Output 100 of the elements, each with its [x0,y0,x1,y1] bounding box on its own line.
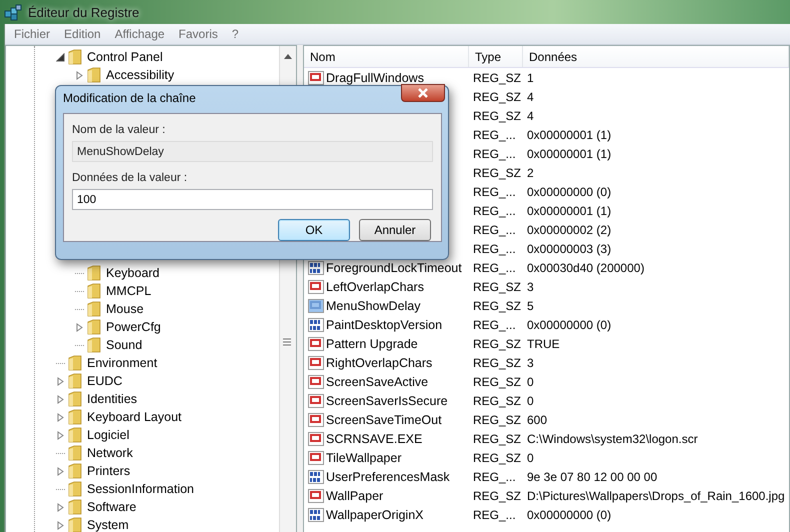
value-type: REG_... [472,222,517,236]
expand-arrow-icon[interactable] [56,412,65,422]
field-label: Nom de la valeur : [72,124,166,136]
value-type: REG_SZ [472,412,522,426]
value-type: REG_... [472,146,517,160]
value-data-field[interactable]: 100 [72,189,433,210]
tree-item[interactable]: Keyboard Layout [85,410,184,424]
tree-item[interactable]: Logiciel [85,428,132,442]
menu-item[interactable]: Affichage [110,27,170,41]
tree-item[interactable]: EUDC [85,374,124,388]
value-data: 9e 3e 07 80 12 00 00 00 [526,470,658,484]
folder-icon [68,355,82,371]
value-name[interactable]: WallpaperOriginX [326,508,424,522]
menu-item[interactable]: ? [226,27,244,41]
value-type: REG_SZ [472,166,522,180]
value-type: REG_SZ [472,280,522,294]
close-icon [417,88,429,98]
expand-arrow-icon[interactable] [75,70,84,80]
value-data: 0x00000001 (1) [526,204,612,218]
tree-item[interactable]: MMCPL [104,284,154,298]
tree-item[interactable]: System [85,518,131,532]
value-name[interactable]: ScreenSaveTimeOut [326,412,442,426]
tree-item[interactable]: Control Panel [85,50,165,64]
expand-arrow-icon[interactable] [56,502,65,512]
value-data: 0x00000000 (0) [526,184,612,198]
value-name[interactable]: TileWallpaper [326,450,402,464]
value-data: 0x00000001 (1) [526,128,612,142]
value-name[interactable]: MenuShowDelay [326,298,420,312]
value-name[interactable]: SCRNSAVE.EXE [326,432,422,446]
value-name[interactable]: ForegroundLockTimeout [326,260,462,274]
window-title: Éditeur du Registre [28,4,140,20]
expand-arrow-icon[interactable] [56,466,65,476]
value-data: TRUE [526,336,561,350]
tree-item[interactable]: Accessibility [104,68,176,82]
column-header[interactable]: Données [523,46,789,67]
value-type: REG_... [472,260,517,274]
expand-arrow-icon[interactable] [75,322,84,332]
expand-arrow-icon[interactable] [56,394,65,404]
value-type: REG_SZ [472,488,522,502]
value-name[interactable]: LeftOverlapChars [326,280,424,294]
value-name[interactable]: UserPreferencesMask [326,470,450,484]
value-data: 0x00000002 (2) [526,222,612,236]
dialog-title: Modification de la chaîne [63,91,196,105]
value-data: 0x00000001 (1) [526,146,612,160]
column-header[interactable]: Type [469,46,523,67]
value-data: 0x00000000 (0) [526,318,612,332]
scroll-up-icon[interactable] [284,53,292,59]
value-type: REG_... [472,128,517,142]
value-type: REG_... [472,184,517,198]
tree-item[interactable]: Mouse [104,302,146,316]
value-type: REG_SZ [472,432,522,446]
value-name[interactable]: ScreenSaveActive [326,374,428,388]
tree-item[interactable]: Printers [85,464,132,478]
value-data: 2 [526,166,535,180]
expand-arrow-icon[interactable] [56,430,65,440]
folder-icon [68,49,82,65]
value-type: REG_... [472,204,517,218]
value-name[interactable]: Pattern Upgrade [326,336,418,350]
value-data: 0x00000003 (3) [526,242,612,256]
value-data: 0 [526,374,535,388]
value-type: REG_SZ [472,394,522,408]
tree-item[interactable]: PowerCfg [104,320,163,334]
value-name[interactable]: WallPaper [326,488,384,502]
value-type: REG_SZ [472,356,522,370]
value-data: 0x00000000 (0) [526,508,612,522]
registry-cubes-icon [4,3,22,21]
expand-arrow-icon[interactable] [56,376,65,386]
value-name[interactable]: RightOverlapChars [326,356,432,370]
value-type: REG_... [472,470,517,484]
column-header[interactable]: Nom [304,46,469,67]
value-data: 4 [526,90,535,104]
folder-icon [68,427,82,443]
tree-item[interactable]: Software [85,500,138,514]
tree-item[interactable]: Network [85,446,135,460]
folder-icon [68,409,82,425]
folder-icon [87,301,101,317]
value-type: REG_SZ [472,450,522,464]
collapse-arrow-icon[interactable] [56,52,65,62]
menu-item[interactable]: Edition [59,27,106,41]
menu-item[interactable]: Fichier [9,27,56,41]
dialog-button[interactable]: OK [278,219,350,241]
value-name[interactable]: PaintDesktopVersion [326,318,442,332]
value-type: REG_SZ [472,70,522,84]
tree-item[interactable]: Keyboard [104,266,162,280]
close-button[interactable] [401,84,445,102]
folder-icon [87,319,101,335]
expand-arrow-icon[interactable] [56,520,65,530]
value-data: 600 [526,412,548,426]
tree-item[interactable]: Environment [85,356,160,370]
tree-item[interactable]: Sound [104,338,144,352]
value-data: 5 [526,298,535,312]
dialog-button[interactable]: Annuler [359,219,431,241]
menu-item[interactable]: Favoris [174,27,223,41]
tree-item[interactable]: Identities [85,392,140,406]
value-name[interactable]: DragFullWindows [326,70,424,84]
field-label: Données de la valeur : [72,172,188,184]
value-data: C:\Windows\system32\logon.scr [526,432,699,446]
folder-icon [68,481,82,497]
tree-item[interactable]: SessionInformation [85,482,196,496]
value-name[interactable]: ScreenSaverIsSecure [326,394,448,408]
